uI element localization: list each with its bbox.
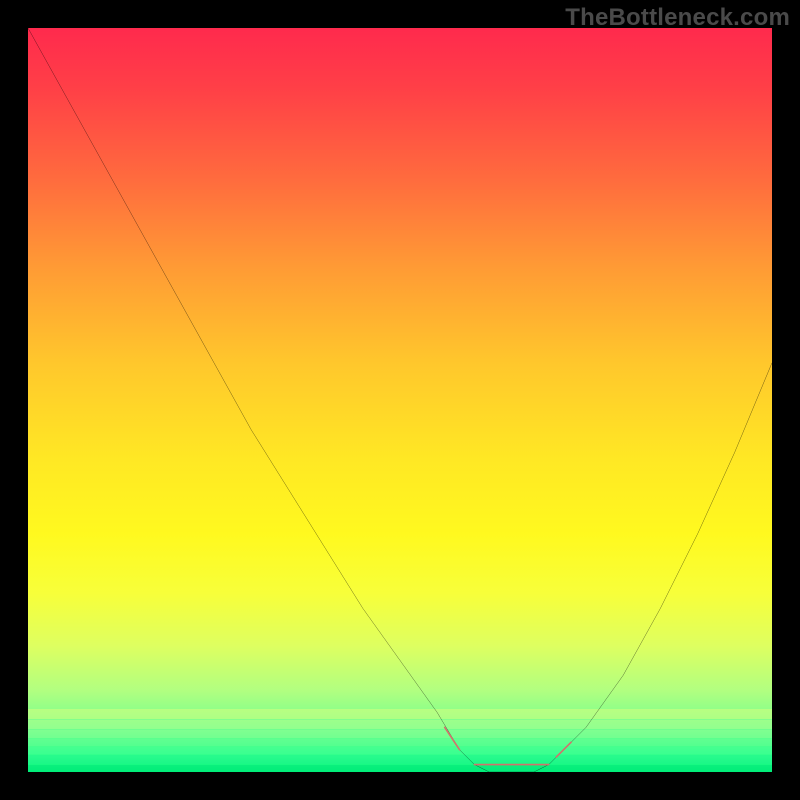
watermark-text: TheBottleneck.com <box>565 4 790 32</box>
plot-area <box>28 28 772 772</box>
curve-layer <box>28 28 772 772</box>
tolerance-marker <box>445 727 571 764</box>
tolerance-marker-segment <box>445 727 460 749</box>
bottleneck-curve <box>28 28 772 772</box>
tolerance-marker-segment <box>556 742 571 757</box>
chart-frame: TheBottleneck.com <box>0 0 800 800</box>
